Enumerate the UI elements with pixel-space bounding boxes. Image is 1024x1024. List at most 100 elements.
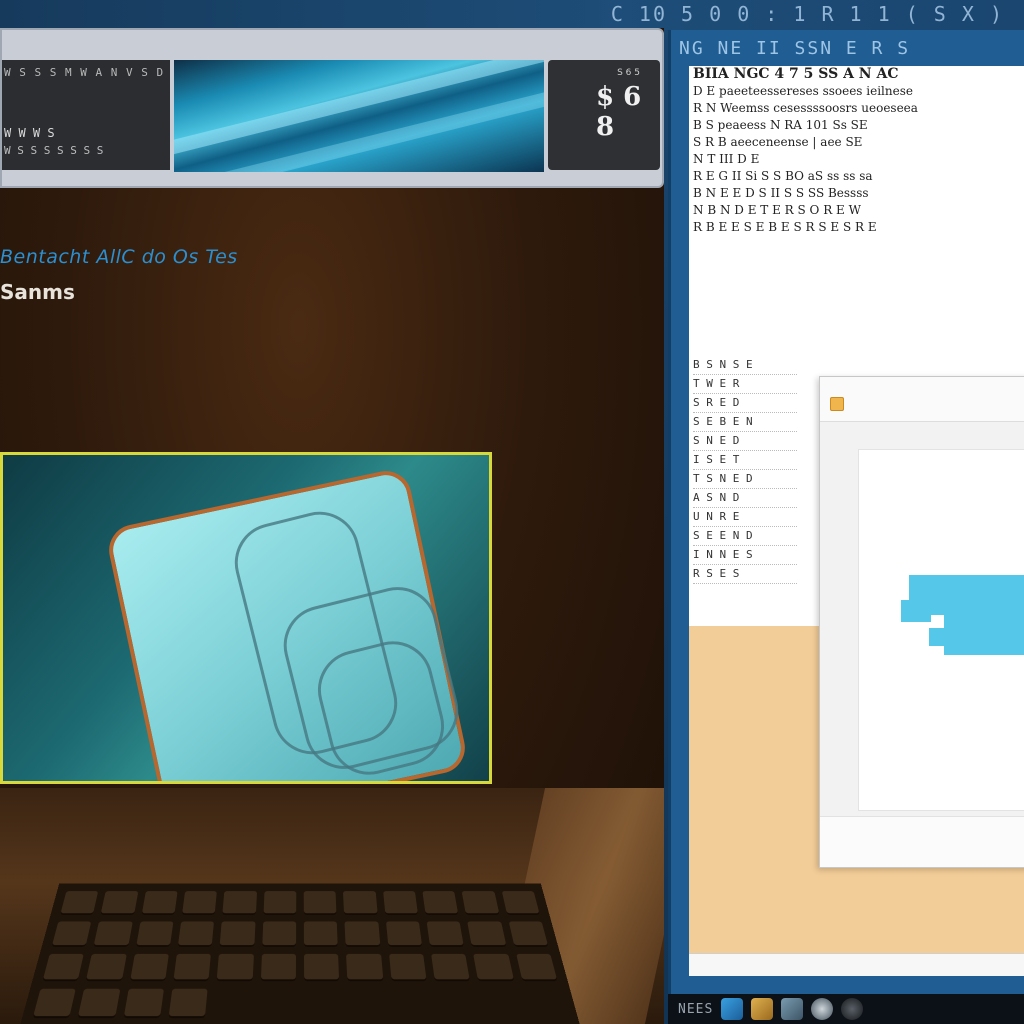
doc-line: R N Weemss cesessssoosrs ueoeseea: [693, 101, 918, 115]
power-icon[interactable]: [841, 998, 864, 1020]
doc-line: R B E E S E B E S R S E S R E: [693, 220, 877, 234]
key: [344, 921, 381, 947]
doc-line: R E G II Si S S BO aS ss ss sa: [693, 169, 873, 183]
key: [261, 921, 297, 947]
doc-line: N T III D E: [693, 152, 760, 166]
key: [473, 953, 514, 982]
inner-dialog[interactable]: [819, 376, 1024, 868]
doc-list-item: S E B E N: [693, 413, 797, 432]
blue-shape: [944, 615, 1024, 655]
banner-dark-panel: W S S S M W A N V S D W W W S W S S S S …: [2, 60, 170, 170]
key: [173, 953, 212, 982]
blue-shape: [901, 600, 931, 622]
key: [135, 921, 174, 947]
key: [388, 953, 427, 982]
key: [467, 921, 507, 947]
price-box[interactable]: S 6 5 $ 6 8: [548, 60, 660, 170]
desktop: C 10 5 0 0 : 1 R 1 1 ( S X ) W S S S M W…: [0, 0, 1024, 1024]
price-box-label: S 6 5: [617, 68, 640, 78]
key: [60, 891, 99, 915]
doc-list-item: R S E S: [693, 565, 797, 584]
doc-list-item: B S N S E: [693, 356, 797, 375]
key: [263, 891, 297, 915]
key: [515, 953, 558, 982]
key: [216, 953, 254, 982]
key: [141, 891, 178, 915]
key: [422, 891, 459, 915]
key: [426, 921, 465, 947]
doc-list-item: A S N D: [693, 489, 797, 508]
left-window[interactable]: W S S S M W A N V S D W W W S W S S S S …: [0, 28, 664, 1024]
keyboard: [17, 883, 583, 1024]
doc-list-item: S N E D: [693, 432, 797, 451]
media-icon[interactable]: [781, 998, 804, 1020]
key: [303, 921, 339, 947]
doc-line: B S peaeess N RA 101 Ss SE: [693, 118, 868, 132]
key: [42, 953, 85, 982]
heading-link[interactable]: Bentacht AllC do Os Tes: [0, 246, 238, 268]
key: [51, 921, 92, 947]
top-strip-text: C 10 5 0 0 : 1 R 1 1 ( S X ): [610, 2, 1004, 26]
doc-heading: BIIA NGC 4 7 5 SS A N AC: [693, 66, 899, 82]
key: [32, 988, 77, 1019]
banner-stripe: [174, 67, 544, 172]
doc-line: B N E E D S II S S SS Bessss: [693, 186, 869, 200]
doc-list-item: S E E N D: [693, 527, 797, 546]
key: [100, 891, 139, 915]
key: [303, 953, 340, 982]
doc-list-item: T S N E D: [693, 470, 797, 489]
banner-line-1: W S S S M W A N V S D: [4, 66, 165, 79]
key: [382, 891, 418, 915]
folder-icon[interactable]: [751, 998, 774, 1020]
key: [385, 921, 423, 947]
banner: W S S S M W A N V S D W W W S W S S S S …: [0, 28, 664, 188]
doc-list-item: S R E D: [693, 394, 797, 413]
banner-line-2: W W W S: [4, 126, 55, 140]
key: [93, 921, 133, 947]
key: [501, 891, 540, 915]
dialog-footer: [820, 816, 1024, 867]
doc-line: S R B aeeceneense | aee SE: [693, 135, 863, 149]
banner-line-3: W S S S S S S S: [4, 144, 104, 157]
window-title[interactable]: NG NE II SSN E R S: [679, 38, 1019, 64]
document-text: BIIA NGC 4 7 5 SS A N AC D E paeeteesser…: [693, 66, 1023, 236]
dialog-titlebar[interactable]: [820, 377, 1024, 422]
doc-list-item: I N N E S: [693, 546, 797, 565]
document-page[interactable]: BIIA NGC 4 7 5 SS A N AC D E paeeteesser…: [689, 66, 1024, 976]
blue-shape: [929, 628, 949, 646]
taskbar: NEES: [668, 994, 1024, 1024]
key: [219, 921, 256, 947]
dialog-canvas[interactable]: [858, 449, 1024, 811]
video-frame[interactable]: [0, 452, 492, 784]
key: [181, 891, 218, 915]
key: [343, 891, 378, 915]
key: [260, 953, 296, 982]
folder-icon: [830, 397, 844, 411]
key: [222, 891, 257, 915]
doc-list-item: T W E R: [693, 375, 797, 394]
key: [431, 953, 471, 982]
doc-line: N B N D E T E R S O R E W: [693, 203, 861, 217]
banner-graphic: [174, 60, 544, 172]
doc-status-bar: [689, 953, 1024, 976]
app-icon-blue[interactable]: [721, 998, 744, 1020]
key: [123, 988, 165, 1019]
key: [508, 921, 549, 947]
doc-line: D E paeeteessereses ssoees ieilnese: [693, 84, 913, 98]
key: [461, 891, 500, 915]
top-strip: C 10 5 0 0 : 1 R 1 1 ( S X ): [0, 0, 1024, 30]
key: [77, 988, 121, 1019]
doc-sidebar-list: B S N S E T W E R S R E D S E B E N S N …: [693, 356, 797, 584]
doc-list-item: U N R E: [693, 508, 797, 527]
key: [346, 953, 384, 982]
doc-list-item: I S E T: [693, 451, 797, 470]
key: [303, 891, 337, 915]
right-window[interactable]: NG NE II SSN E R S BIIA NGC 4 7 5 SS A N…: [668, 30, 1024, 996]
key: [86, 953, 127, 982]
taskbar-label: NEES: [678, 1001, 714, 1017]
heading-sub: Sanms: [0, 280, 75, 304]
key: [177, 921, 215, 947]
key: [168, 988, 208, 1019]
settings-icon[interactable]: [811, 998, 834, 1020]
price-box-value: $ 6 8: [596, 82, 642, 142]
